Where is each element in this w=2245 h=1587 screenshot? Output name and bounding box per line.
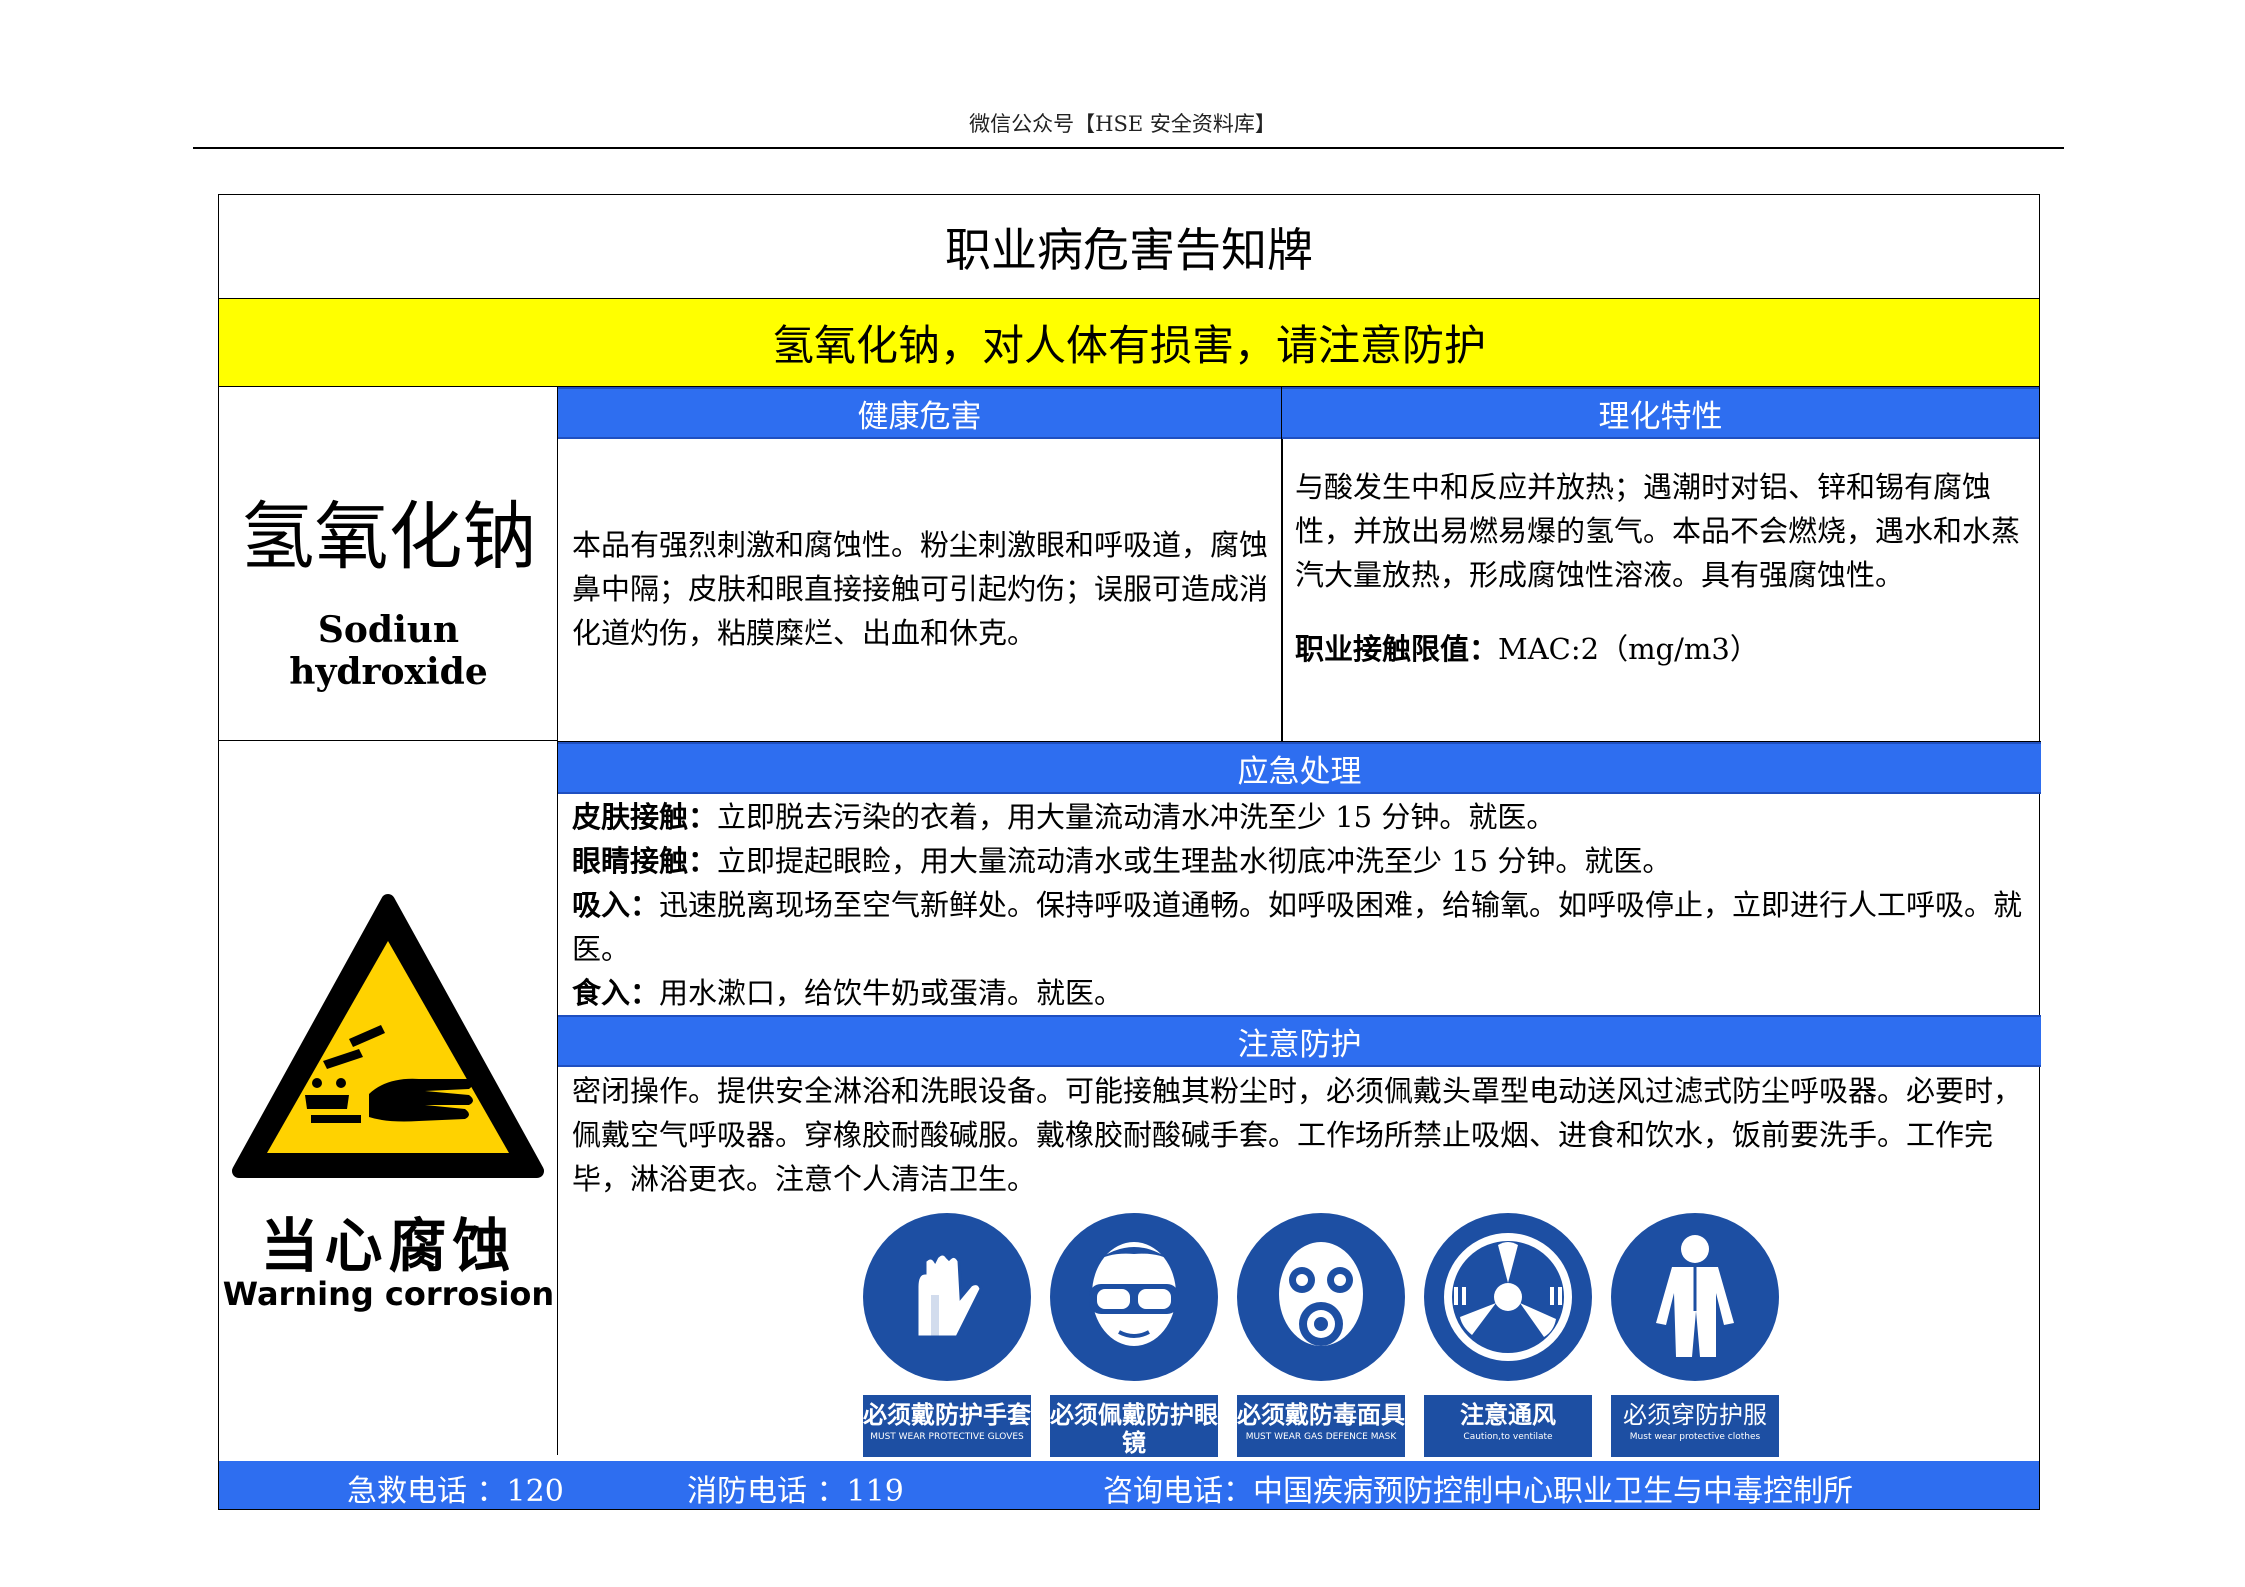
left-column: 氢氧化钠 Sodiun hydroxide 当心腐蚀 Warning corro… xyxy=(219,387,558,1455)
corrosion-warning-icon xyxy=(232,894,544,1178)
emergency-item-inhalation: 吸入：迅速脱离现场至空气新鲜处。保持呼吸道通畅。如呼吸困难，给输氧。如呼吸停止，… xyxy=(572,888,2023,966)
suit-label: 必须穿防护服 Must wear protective clothes xyxy=(1611,1395,1779,1457)
gas-mask-label: 必须戴防毒面具 MUST WEAR GAS DEFENCE MASK xyxy=(1237,1395,1405,1457)
exposure-limit-label: 职业接触限值： xyxy=(1295,632,1499,666)
emergency-item-ingestion: 食入：用水漱口，给饮牛奶或蛋清。就医。 xyxy=(572,976,1124,1010)
exposure-limit: 职业接触限值：MAC:2（mg/m3） xyxy=(1295,627,2027,671)
card-title: 职业病危害告知牌 xyxy=(219,195,2039,299)
gas-mask-icon xyxy=(1237,1213,1405,1381)
protection-header: 注意防护 xyxy=(558,1015,2041,1067)
protective-icon-ventilation: 注意通风 Caution,to ventilate xyxy=(1424,1213,1594,1457)
protective-icon-gas-mask: 必须戴防毒面具 MUST WEAR GAS DEFENCE MASK xyxy=(1237,1213,1407,1457)
health-hazard-header: 健康危害 xyxy=(558,387,1281,439)
fire-phone: 消防电话 ：119 xyxy=(687,1474,904,1509)
physchem-header: 理化特性 xyxy=(1282,387,2039,439)
gloves-icon xyxy=(863,1213,1031,1381)
warning-label-en: Warning corrosion xyxy=(222,1275,555,1313)
hazard-banner: 氢氧化钠，对人体有损害，请注意防护 xyxy=(219,299,2039,387)
first-aid-phone: 急救电话 ：120 xyxy=(347,1474,564,1509)
protection-text: 密闭操作。提供安全淋浴和洗眼设备。可能接触其粉尘时，必须佩戴头罩型电动送风过滤式… xyxy=(572,1074,2023,1196)
goggles-label: 必须佩戴防护眼镜 MUST WEAR PROTECTIVE GOGGLES xyxy=(1050,1395,1218,1470)
protective-icon-goggles: 必须佩戴防护眼镜 MUST WEAR PROTECTIVE GOGGLES xyxy=(1050,1213,1220,1470)
health-hazard-text: 本品有强烈刺激和腐蚀性。粉尘刺激眼和呼吸道，腐蚀鼻中隔；皮肤和眼直接接触可引起灼… xyxy=(572,528,1269,650)
warning-label-cn: 当心腐蚀 xyxy=(260,1212,517,1280)
ventilation-fan-icon xyxy=(1424,1213,1592,1381)
page-header: 微信公众号【HSE 安全资料库】 xyxy=(969,112,1276,136)
substance-name-box: 氢氧化钠 Sodiun hydroxide xyxy=(219,387,558,741)
consult-contact: 咨询电话：中国疾病预防控制中心职业卫生与中毒控制所 xyxy=(1103,1474,1853,1509)
emergency-item-skin: 皮肤接触：立即脱去污染的衣着，用大量流动清水冲洗至少 15 分钟。就医。 xyxy=(572,800,1556,834)
exposure-limit-value: MAC:2（mg/m3） xyxy=(1498,632,1759,666)
protective-icon-gloves: 必须戴防护手套 MUST WEAR PROTECTIVE GLOVES xyxy=(863,1213,1033,1457)
protective-suit-icon xyxy=(1611,1213,1779,1381)
gloves-label: 必须戴防护手套 MUST WEAR PROTECTIVE GLOVES xyxy=(863,1395,1031,1457)
contact-footer: 急救电话 ：120 消防电话 ：119 咨询电话：中国疾病预防控制中心职业卫生与… xyxy=(219,1461,2039,1509)
emergency-header: 应急处理 xyxy=(558,742,2041,794)
substance-name-en: Sodiun hydroxide xyxy=(289,609,488,693)
header-rule xyxy=(193,147,2064,149)
goggles-icon xyxy=(1050,1213,1218,1381)
ventilation-label: 注意通风 Caution,to ventilate xyxy=(1424,1395,1592,1457)
warning-sign: 当心腐蚀 Warning corrosion xyxy=(219,741,558,1455)
protective-icon-suit: 必须穿防护服 Must wear protective clothes xyxy=(1611,1213,1781,1457)
column-divider xyxy=(1281,387,1283,741)
physchem-text: 与酸发生中和反应并放热；遇潮时对铝、锌和锡有腐蚀性，并放出易燃易爆的氢气。本品不… xyxy=(1295,470,2021,592)
notice-card: 职业病危害告知牌 氢氧化钠，对人体有损害，请注意防护 氢氧化钠 Sodiun h… xyxy=(218,194,2041,1510)
substance-name-cn: 氢氧化钠 xyxy=(240,494,537,580)
emergency-item-eyes: 眼睛接触：立即提起眼睑，用大量流动清水或生理盐水彻底冲洗至少 15 分钟。就医。 xyxy=(572,844,1672,878)
emergency-list: 皮肤接触：立即脱去污染的衣着，用大量流动清水冲洗至少 15 分钟。就医。 眼睛接… xyxy=(572,795,2032,1015)
